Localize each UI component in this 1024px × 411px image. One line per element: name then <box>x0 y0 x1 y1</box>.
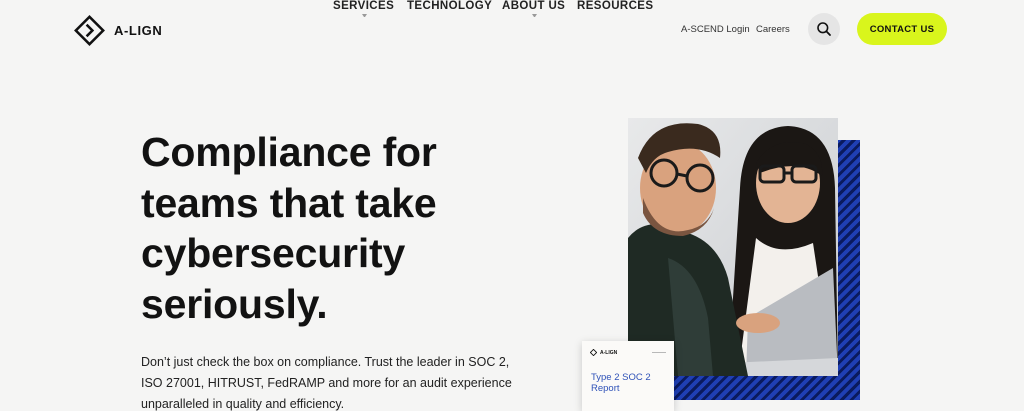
contact-us-button[interactable]: CONTACT US <box>857 13 947 45</box>
chevron-down-icon <box>361 14 367 17</box>
hero-title-line: teams that take <box>141 179 437 226</box>
report-card-brand: A-LIGN <box>600 349 618 356</box>
brand-logo[interactable]: A-LIGN <box>74 15 162 46</box>
report-card-logo: A-LIGN <box>590 349 617 356</box>
nav-about-us[interactable]: ABOUT US <box>502 0 566 17</box>
nav-resources-label: RESOURCES <box>577 0 654 12</box>
careers-link[interactable]: Careers <box>756 24 790 35</box>
divider <box>652 352 666 353</box>
logo-diamond-icon <box>590 349 597 356</box>
hero-photo <box>628 118 838 376</box>
people-laptop-illustration <box>628 118 838 376</box>
logo-diamond-icon <box>74 15 105 46</box>
report-card-title: Type 2 SOC 2 Report <box>591 372 651 394</box>
nav-services[interactable]: SERVICES <box>333 0 395 17</box>
nav-technology-label: TECHNOLOGY <box>407 0 493 12</box>
hero-title-line: Compliance for <box>141 129 437 175</box>
nav-resources[interactable]: RESOURCES <box>577 0 653 12</box>
report-card[interactable]: A-LIGN Type 2 SOC 2 Report <box>582 341 674 411</box>
ascend-login-link[interactable]: A-SCEND Login <box>681 24 750 35</box>
brand-name: A-LIGN <box>114 23 163 38</box>
chevron-down-icon <box>531 14 537 17</box>
hero-description: Don’t just check the box on compliance. … <box>141 355 512 411</box>
hero-title-line: seriously. <box>141 280 328 327</box>
hero-title-line: cybersecurity <box>141 230 406 276</box>
nav-technology[interactable]: TECHNOLOGY <box>407 0 492 12</box>
hero-title: Compliance for teams that take cybersecu… <box>141 127 501 329</box>
search-button[interactable] <box>808 13 840 45</box>
nav-services-label: SERVICES <box>333 0 395 12</box>
nav-about-us-label: ABOUT US <box>502 0 566 12</box>
search-icon <box>817 22 831 36</box>
